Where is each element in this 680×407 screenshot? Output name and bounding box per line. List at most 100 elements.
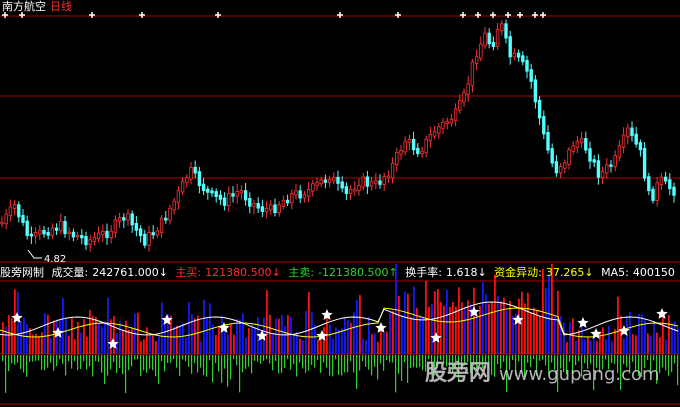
sell-volume-bar: [35, 355, 37, 361]
candle-body: [495, 28, 500, 48]
candle-body: [273, 204, 277, 214]
volume-bar: [242, 313, 244, 354]
candle-body: [420, 150, 424, 155]
volume-bar: [365, 340, 367, 354]
candle-body: [449, 118, 454, 124]
candle-body: [554, 161, 559, 174]
sell-volume-bar: [290, 355, 292, 370]
candle-body: [46, 231, 50, 236]
sell-volume-bar: [386, 355, 388, 361]
volume-bar: [89, 310, 91, 354]
candle-body: [235, 191, 239, 197]
indicator-name[interactable]: 股旁网制: [0, 266, 44, 279]
volume-bar: [317, 339, 319, 354]
candle-body: [80, 234, 84, 239]
signal-marker-icon: [89, 12, 95, 18]
volume-bar: [86, 336, 88, 354]
candle-body: [38, 229, 42, 235]
volume-bar: [389, 312, 391, 354]
volume-bar: [341, 328, 343, 354]
volume-bar: [80, 332, 82, 354]
sell-volume-bar: [353, 355, 355, 373]
chart-header: 南方航空 日线: [2, 0, 72, 13]
candle-body: [252, 203, 256, 207]
candle-body: [327, 178, 332, 183]
volume-bar: [554, 314, 556, 354]
volume-bar: [170, 315, 172, 354]
volume-bar: [254, 328, 256, 354]
sell-volume-bar: [380, 355, 382, 364]
sell-volume-bar: [419, 355, 421, 367]
candle-body: [462, 92, 466, 103]
candle-body: [248, 198, 252, 207]
candle-body: [579, 138, 584, 144]
candle-body: [17, 204, 21, 218]
sell-volume-bar: [107, 355, 109, 376]
volume-bar: [101, 326, 103, 354]
signal-marker-icon: [540, 12, 546, 18]
period-label[interactable]: 日线: [50, 0, 72, 13]
candle-body: [596, 160, 601, 178]
volume-bar: [122, 329, 124, 354]
candle-body: [239, 190, 244, 194]
candle-body: [609, 164, 613, 167]
sell-value: -121380.500↑: [318, 266, 398, 279]
sell-volume-bar: [155, 355, 157, 377]
candle-body: [134, 223, 139, 231]
volume-bar: [587, 337, 589, 354]
volume-bar: [155, 341, 157, 354]
candle-body: [243, 190, 248, 201]
volume-bar: [464, 306, 466, 354]
volume-bar: [629, 312, 631, 354]
volume-bar: [38, 336, 40, 354]
volume-bar: [566, 341, 568, 354]
sell-volume-bar: [122, 355, 124, 375]
fund-label: 资金异动:: [494, 266, 542, 279]
sell-volume-bar: [410, 355, 412, 368]
volume-bar: [41, 332, 43, 354]
candle-body: [193, 166, 197, 174]
volume-bar: [503, 297, 505, 354]
candle-body: [445, 121, 449, 124]
candle-body: [491, 41, 496, 48]
volume-bar: [278, 318, 280, 354]
sell-volume-bar: [389, 355, 391, 363]
volume-bar: [290, 317, 292, 354]
volume-bar: [332, 338, 334, 354]
sell-volume-bar: [116, 355, 118, 373]
candle-body: [407, 138, 412, 144]
sell-volume-bar: [194, 355, 196, 364]
sell-volume-bar: [71, 355, 73, 369]
volume-bar: [347, 320, 349, 354]
sell-volume-bar: [320, 355, 322, 373]
sell-volume-bar: [176, 355, 178, 368]
candle-body: [344, 186, 349, 194]
candle-body: [4, 213, 8, 225]
volume-bar: [233, 334, 235, 354]
volume-bar: [518, 298, 520, 354]
volume-bar: [98, 322, 100, 354]
volume-bar: [422, 316, 424, 354]
sell-volume-bar: [422, 355, 424, 371]
candle-body: [592, 159, 596, 163]
volume-bar: [467, 300, 469, 354]
volume-bar: [29, 327, 31, 354]
watermark-url: www.gupang.com: [499, 364, 660, 385]
sell-volume-bar: [278, 355, 280, 374]
candle-body: [483, 32, 487, 47]
kline-chart[interactable]: 4.82: [0, 0, 680, 407]
sell-volume-bar: [377, 355, 379, 380]
signal-marker-icon: [395, 12, 401, 18]
sell-volume-bar: [44, 355, 46, 371]
sell-volume-bar: [143, 355, 145, 371]
sell-volume-bar: [8, 355, 10, 372]
volume-bar: [62, 297, 64, 354]
volume-bar: [227, 334, 229, 354]
sell-volume-bar: [344, 355, 346, 373]
candle-body: [298, 190, 302, 199]
volume-bar: [353, 312, 355, 354]
volume-bar: [512, 315, 514, 354]
volume-bar: [413, 286, 415, 354]
volume-bar: [215, 334, 217, 354]
volume-bar: [350, 322, 352, 354]
